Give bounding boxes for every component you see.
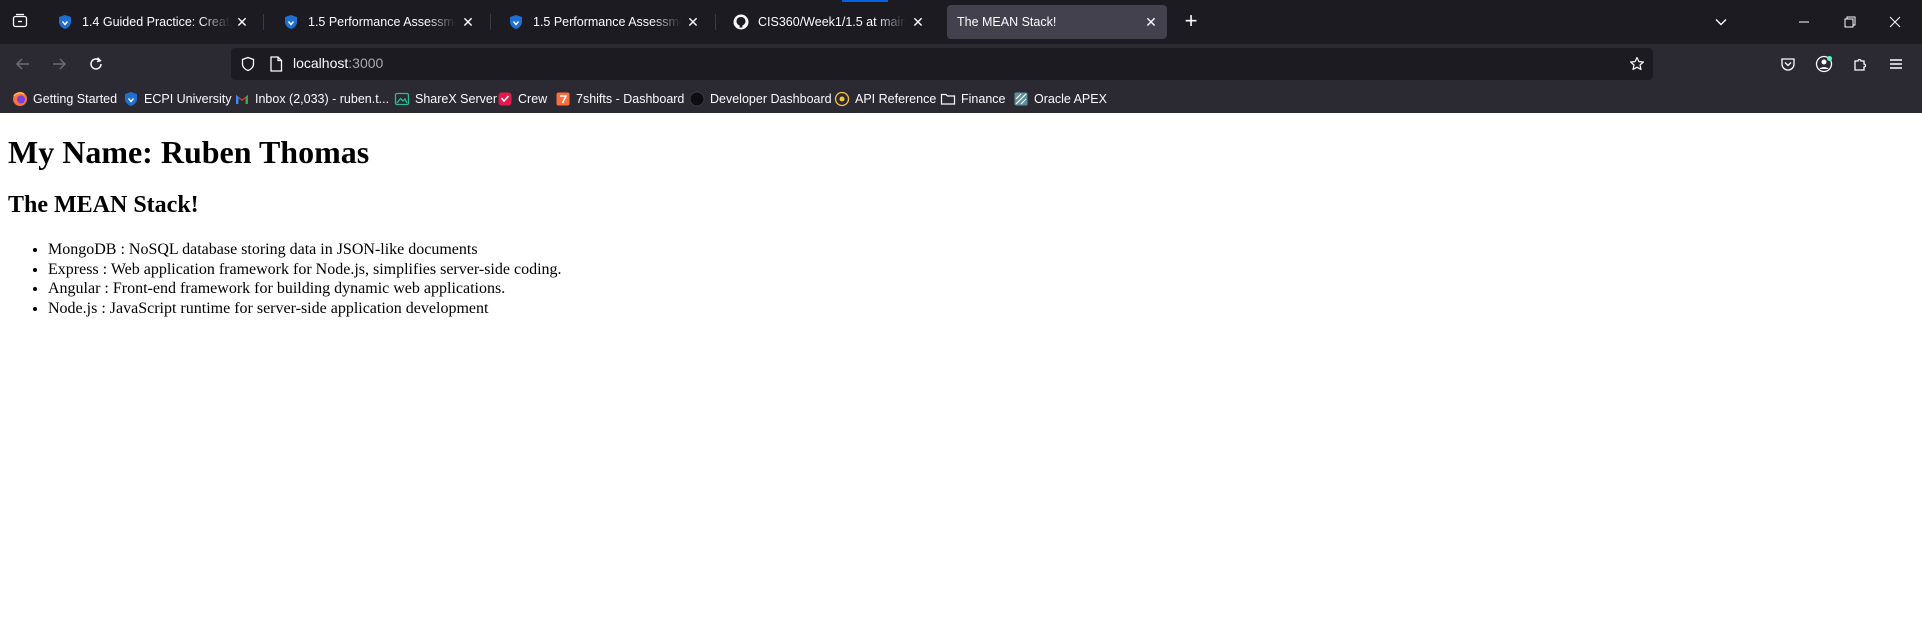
crew-icon	[497, 91, 513, 107]
bookmark-label: API Reference	[855, 92, 937, 106]
menu-icon[interactable]	[1883, 51, 1909, 77]
bookmark-label: Oracle APEX	[1034, 92, 1107, 106]
firefox-icon	[12, 91, 28, 107]
folder-icon	[940, 91, 956, 107]
tab-separator	[263, 14, 264, 30]
bookmark-sharex-server[interactable]: ShareX Server	[394, 89, 497, 109]
chevron-down-icon[interactable]	[1707, 8, 1735, 36]
bookmark-label: Inbox (2,033) - ruben.t...	[255, 92, 390, 106]
back-arrow-icon[interactable]	[9, 50, 37, 78]
shield-icon	[282, 13, 300, 31]
shield-icon	[123, 91, 139, 107]
address-bar[interactable]: localhost:3000	[231, 48, 1653, 80]
reload-icon[interactable]	[82, 50, 110, 78]
gmail-icon	[234, 91, 250, 107]
tab-guided-practice[interactable]: 1.4 Guided Practice: Creating the ✕	[48, 5, 258, 39]
active-tab-indicator	[842, 0, 888, 2]
list-item: Express : Web application framework for …	[48, 260, 562, 280]
bookmark-oracle-apex[interactable]: Oracle APEX	[1013, 89, 1107, 109]
close-icon[interactable]: ✕	[234, 14, 250, 30]
tab-title: 1.5 Performance Assessment: C	[533, 15, 681, 29]
bookmark-getting-started[interactable]: Getting Started	[12, 89, 117, 109]
page-subheading: The MEAN Stack!	[8, 192, 199, 218]
mean-stack-list: MongoDB : NoSQL database storing data in…	[48, 240, 562, 318]
bookmark-label: ShareX Server	[415, 92, 497, 106]
close-icon[interactable]: ✕	[685, 14, 701, 30]
circle-icon	[689, 91, 705, 107]
bookmark-label: Crew	[518, 92, 548, 106]
url-text[interactable]: localhost:3000	[293, 55, 383, 71]
extensions-icon[interactable]	[1847, 51, 1873, 77]
account-icon[interactable]	[1811, 51, 1837, 77]
bookmark-crew[interactable]: Crew	[497, 89, 547, 109]
bookmark-label: 7shifts - Dashboard	[576, 92, 685, 106]
bookmark-label: ECPI University	[144, 92, 232, 106]
list-item: MongoDB : NoSQL database storing data in…	[48, 240, 562, 260]
bookmark-7shifts[interactable]: 7shifts - Dashboard	[555, 89, 684, 109]
bookmark-api-reference[interactable]: API Reference	[834, 89, 936, 109]
tab-performance-assessment-2[interactable]: 1.5 Performance Assessment: C ✕	[499, 5, 709, 39]
shield-icon	[56, 13, 74, 31]
close-window-icon[interactable]	[1881, 8, 1909, 36]
tab-separator	[715, 14, 716, 30]
close-icon[interactable]: ✕	[910, 14, 926, 30]
tab-strip: 1.4 Guided Practice: Creating the ✕ 1.5 …	[0, 0, 1922, 44]
shield-icon	[507, 13, 525, 31]
tab-performance-assessment-1[interactable]: 1.5 Performance Assessment: C ✕	[274, 5, 484, 39]
github-icon	[732, 13, 750, 31]
bookmark-ecpi-university[interactable]: ECPI University	[123, 89, 232, 109]
navigation-toolbar: localhost:3000	[0, 44, 1922, 85]
url-host: localhost	[293, 55, 349, 71]
forward-arrow-icon[interactable]	[45, 50, 73, 78]
bookmark-label: Getting Started	[33, 92, 118, 106]
image-icon	[394, 91, 410, 107]
tab-separator	[490, 14, 491, 30]
page-icon[interactable]	[267, 55, 285, 73]
tracking-protection-shield-icon[interactable]	[239, 55, 257, 73]
bookmark-star-icon[interactable]	[1628, 55, 1646, 73]
bookmark-developer-dashboard[interactable]: Developer Dashboard	[689, 89, 832, 109]
apex-icon	[1013, 91, 1029, 107]
bookmark-label: Developer Dashboard	[710, 92, 832, 106]
page-heading: My Name: Ruben Thomas	[8, 134, 370, 170]
url-port: :3000	[348, 55, 384, 71]
tab-github-cis360[interactable]: CIS360/Week1/1.5 at main · Stra ✕	[724, 5, 934, 39]
page-content: My Name: Ruben Thomas The MEAN Stack! Mo…	[0, 113, 1922, 629]
minimize-icon[interactable]	[1790, 8, 1818, 36]
close-icon[interactable]: ✕	[1143, 14, 1159, 30]
list-item: Node.js : JavaScript runtime for server-…	[48, 299, 562, 319]
bookmark-gmail-inbox[interactable]: Inbox (2,033) - ruben.t...	[234, 89, 389, 109]
bookmark-label: Finance	[961, 92, 1006, 106]
new-tab-button[interactable]: +	[1178, 9, 1204, 35]
bookmark-folder-finance[interactable]: Finance	[940, 89, 1005, 109]
close-icon[interactable]: ✕	[460, 14, 476, 30]
bookmarks-toolbar: Getting Started ECPI University Inbox (2…	[0, 85, 1922, 113]
restore-icon[interactable]	[1836, 8, 1864, 36]
7shifts-icon	[555, 91, 571, 107]
tab-title: CIS360/Week1/1.5 at main · Stra	[758, 15, 906, 29]
list-item: Angular : Front-end framework for buildi…	[48, 279, 562, 299]
pocket-icon[interactable]	[1775, 51, 1801, 77]
tab-mean-stack[interactable]: The MEAN Stack! ✕	[947, 5, 1167, 39]
api-icon	[834, 91, 850, 107]
browser-chrome: 1.4 Guided Practice: Creating the ✕ 1.5 …	[0, 0, 1922, 113]
tab-list-icon[interactable]	[8, 9, 32, 33]
tab-title: 1.5 Performance Assessment: C	[308, 15, 456, 29]
tab-title: 1.4 Guided Practice: Creating the	[82, 15, 230, 29]
tab-title: The MEAN Stack!	[957, 15, 1057, 29]
